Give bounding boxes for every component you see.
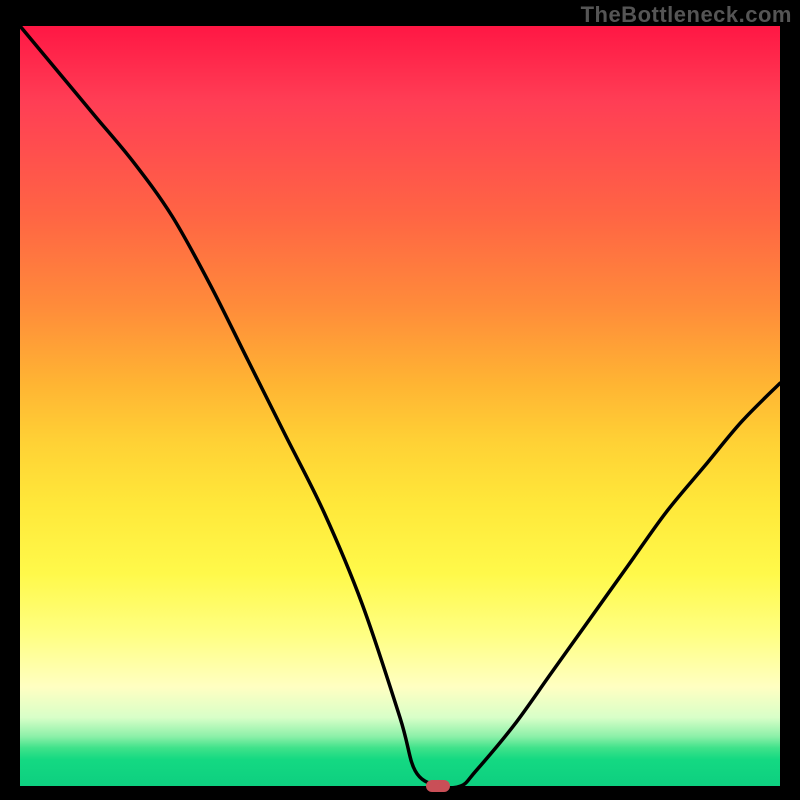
minimum-marker — [426, 780, 450, 792]
chart-canvas: TheBottleneck.com — [0, 0, 800, 800]
watermark-text: TheBottleneck.com — [581, 2, 792, 28]
plot-area — [20, 26, 780, 786]
bottleneck-curve — [20, 26, 780, 786]
